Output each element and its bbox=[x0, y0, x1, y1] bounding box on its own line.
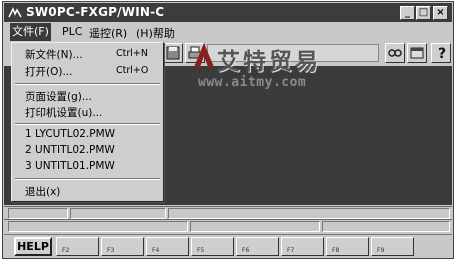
watermark-mark-icon bbox=[194, 43, 214, 67]
status-cell bbox=[8, 208, 68, 219]
title-bar[interactable]: SW0PC-FXGP/WIN-C _ □ × bbox=[4, 3, 452, 22]
shortcut-open: Ctrl+O bbox=[116, 65, 149, 76]
menu-separator bbox=[15, 178, 160, 180]
fkey-f6[interactable]: F6 bbox=[236, 237, 279, 256]
menu-separator bbox=[15, 123, 160, 125]
fkey-f7[interactable]: F7 bbox=[281, 237, 324, 256]
menu-item-exit[interactable]: 退出(x) bbox=[25, 184, 60, 199]
status-cell bbox=[168, 208, 450, 219]
save-icon[interactable] bbox=[163, 43, 183, 63]
menu-plc[interactable]: PLC bbox=[60, 25, 84, 38]
maximize-button[interactable]: □ bbox=[416, 6, 431, 20]
status-bar-bottom bbox=[4, 219, 452, 233]
watermark-brand: 艾特贸易 bbox=[217, 49, 321, 75]
menu-item-recent-2[interactable]: 2 UNTITL02.PMW bbox=[25, 144, 115, 156]
minimize-button[interactable]: _ bbox=[400, 6, 415, 20]
status-cell bbox=[322, 221, 450, 232]
menu-file[interactable]: 文件(F) bbox=[10, 23, 51, 41]
menu-item-printer-setup[interactable]: 打印机设置(u)... bbox=[25, 105, 102, 120]
menu-item-new-file[interactable]: 新文件(N)... bbox=[25, 47, 83, 62]
watermark-logo: 艾特贸易 bbox=[193, 42, 383, 75]
menu-item-page-setup[interactable]: 页面设置(g)... bbox=[25, 89, 92, 104]
function-key-bar: HELP F2 F3 F4 F5 F6 F7 F8 F9 bbox=[4, 234, 452, 258]
status-cell bbox=[190, 221, 320, 232]
svg-text:?: ? bbox=[438, 46, 446, 61]
status-cell bbox=[70, 208, 166, 219]
menu-item-open[interactable]: 打开(O)... bbox=[25, 64, 72, 79]
app-window: SW0PC-FXGP/WIN-C _ □ × 文件(F) PLC 遥控(R) (… bbox=[2, 1, 454, 259]
watermark-url: www.aitmy.com bbox=[198, 75, 307, 90]
menu-item-recent-1[interactable]: 1 LYCUTL02.PMW bbox=[25, 128, 115, 140]
fkey-f4[interactable]: F4 bbox=[146, 237, 189, 256]
help-button[interactable]: HELP bbox=[14, 237, 52, 256]
fkey-f8[interactable]: F8 bbox=[326, 237, 369, 256]
shortcut-new-file: Ctrl+N bbox=[116, 48, 148, 59]
help-icon[interactable]: ? bbox=[431, 43, 451, 63]
window-title: SW0PC-FXGP/WIN-C bbox=[26, 5, 165, 19]
find-icon[interactable] bbox=[385, 43, 405, 63]
file-menu-dropdown: 新文件(N)... Ctrl+N 打开(O)... Ctrl+O 页面设置(g)… bbox=[11, 42, 164, 202]
app-icon bbox=[8, 7, 22, 18]
status-bar-top bbox=[4, 206, 452, 220]
status-cell bbox=[8, 221, 188, 232]
menu-help[interactable]: (H)帮助 bbox=[134, 25, 177, 41]
fkey-f2[interactable]: F2 bbox=[56, 237, 99, 256]
close-button[interactable]: × bbox=[433, 6, 448, 20]
fkey-f3[interactable]: F3 bbox=[101, 237, 144, 256]
menu-remote[interactable]: 遥控(R) bbox=[87, 25, 129, 41]
window-icon[interactable] bbox=[407, 43, 427, 63]
menu-item-recent-3[interactable]: 3 UNTITL01.PMW bbox=[25, 160, 115, 172]
fkey-f9[interactable]: F9 bbox=[371, 237, 414, 256]
menu-separator bbox=[15, 83, 160, 85]
fkey-f5[interactable]: F5 bbox=[191, 237, 234, 256]
menu-bar: 文件(F) PLC 遥控(R) (H)帮助 bbox=[4, 23, 452, 41]
